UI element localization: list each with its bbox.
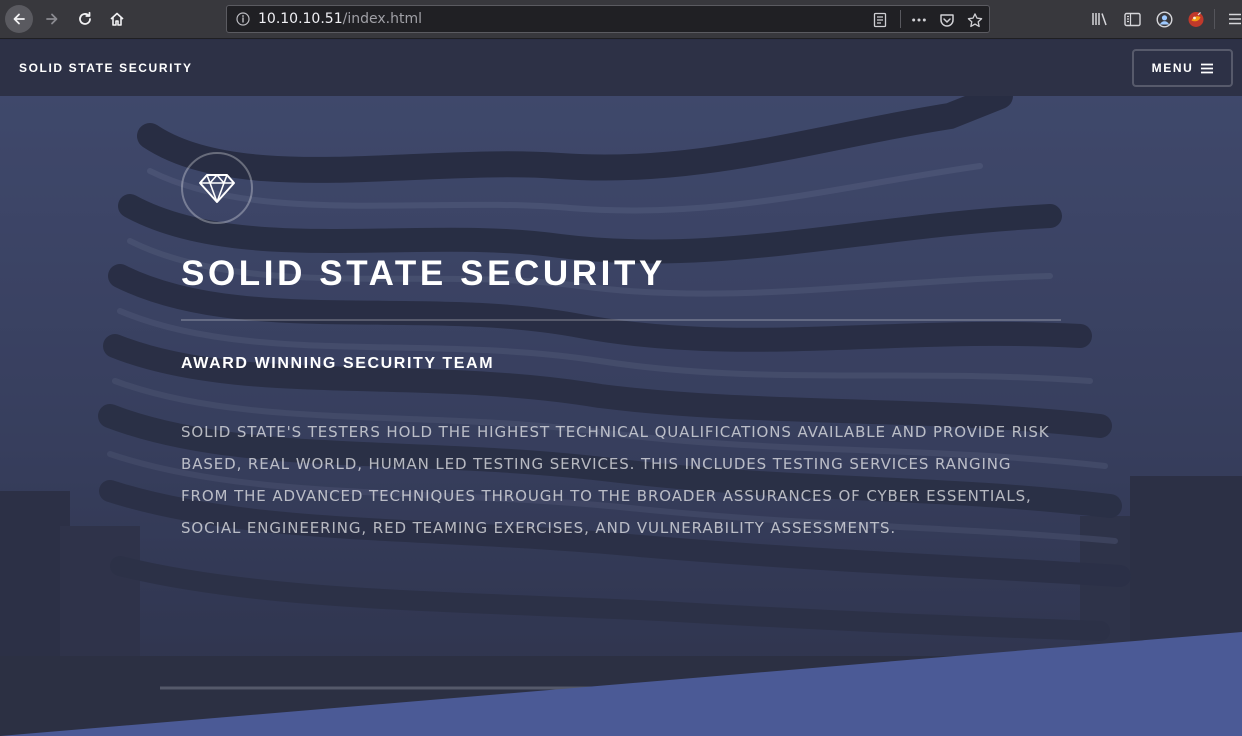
extension-icon[interactable]	[1187, 10, 1205, 28]
url-path: /index.html	[342, 11, 422, 27]
menu-label: MENU	[1151, 61, 1194, 75]
forward-button[interactable]	[38, 5, 66, 33]
hamburger-icon[interactable]	[1226, 10, 1242, 28]
reload-button[interactable]	[71, 5, 99, 33]
account-icon[interactable]	[1155, 10, 1173, 28]
url-separator	[900, 10, 901, 28]
more-actions-icon[interactable]	[911, 12, 927, 28]
reader-view-icon[interactable]	[872, 12, 888, 28]
home-button[interactable]	[103, 5, 131, 33]
address-bar[interactable]: 10.10.10.51/index.html	[226, 5, 990, 33]
url-text[interactable]: 10.10.10.51/index.html	[258, 11, 422, 28]
accent-wedge	[0, 632, 1242, 736]
menu-button[interactable]: MENU	[1132, 49, 1233, 87]
library-icon[interactable]	[1091, 10, 1109, 28]
url-host: 10.10.10.51	[258, 11, 343, 27]
back-button[interactable]	[5, 5, 33, 33]
pocket-icon[interactable]	[939, 12, 955, 28]
site-logo[interactable]: SOLID STATE SECURITY	[19, 61, 193, 75]
reload-icon	[79, 11, 91, 25]
bars-icon	[1201, 63, 1214, 73]
arrow-right-icon	[46, 13, 58, 25]
site-header: SOLID STATE SECURITY MENU	[0, 40, 1242, 96]
sidebar-icon[interactable]	[1123, 10, 1141, 28]
browser-toolbar: 10.10.10.51/index.html	[0, 0, 1242, 39]
banner: SOLID STATE SECURITY AWARD WINNING SECUR…	[0, 96, 1242, 736]
home-icon	[110, 12, 124, 26]
star-icon[interactable]	[967, 12, 983, 28]
info-icon[interactable]	[236, 12, 250, 26]
arrow-left-icon	[13, 13, 25, 25]
toolbar-separator	[1214, 9, 1215, 29]
